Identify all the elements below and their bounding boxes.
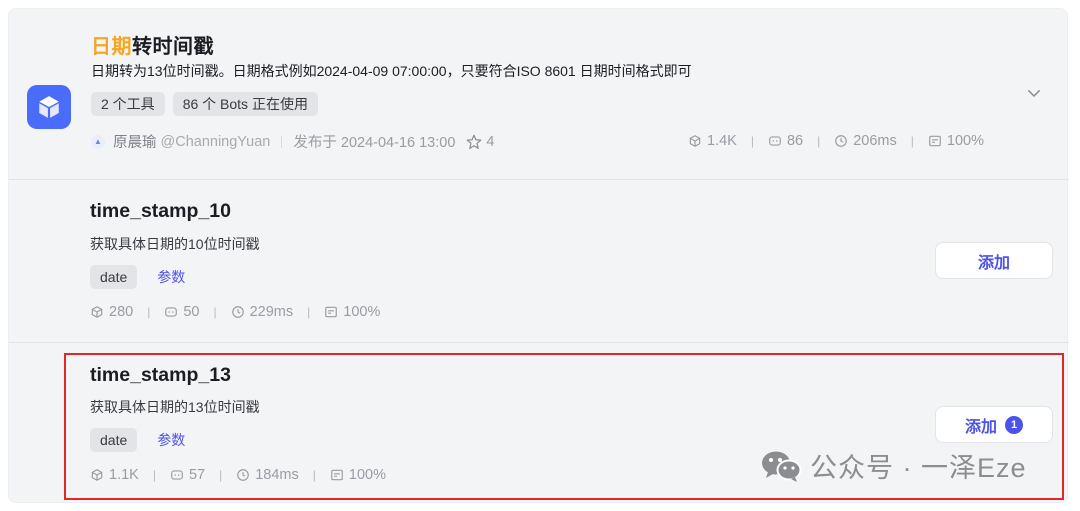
tool-name: time_stamp_10 bbox=[90, 200, 231, 222]
plugin-stats: 1.4K | 86 | 206ms | 100% bbox=[688, 133, 984, 149]
tool-description: 获取具体日期的13位时间戳 bbox=[90, 399, 260, 415]
clock-icon bbox=[835, 135, 848, 147]
plugin-meta: ▲ 原晨瑜 @ChanningYuan 发布于 2024-04-16 13:00… bbox=[91, 131, 494, 152]
success-rate-icon bbox=[929, 135, 941, 147]
divider: | bbox=[307, 305, 311, 319]
tool-stats: 280 | 50 | 229ms | 100% bbox=[90, 304, 380, 320]
latency-value: 229ms bbox=[249, 304, 294, 320]
divider: | bbox=[910, 134, 914, 148]
star-icon bbox=[467, 134, 482, 149]
bot-usage-chip: 86 个 Bots 正在使用 bbox=[172, 92, 318, 116]
bots-stat: 1.1K bbox=[90, 467, 139, 483]
author-handle: @ChanningYuan bbox=[160, 133, 271, 150]
calls-value: 86 bbox=[786, 133, 804, 149]
plugin-description: 日期转为13位时间戳。日期格式例如2024-04-09 07:00:00，只要符… bbox=[91, 63, 692, 79]
plugin-title: 日期转时间戳 bbox=[91, 30, 214, 59]
divider: | bbox=[817, 134, 821, 148]
avatar: ▲ bbox=[91, 134, 105, 149]
favorite-button[interactable]: 4 bbox=[465, 133, 494, 151]
param-tag: date bbox=[90, 428, 138, 452]
add-button[interactable]: 添加 1 bbox=[935, 406, 1053, 443]
chat-icon bbox=[769, 136, 781, 146]
params-link[interactable]: 参数 bbox=[157, 430, 185, 450]
chevron-down-icon[interactable] bbox=[1025, 84, 1043, 102]
divider: | bbox=[219, 468, 223, 482]
tool-name: time_stamp_13 bbox=[90, 364, 231, 386]
add-button-label: 添加 bbox=[977, 254, 1010, 272]
param-tag: date bbox=[90, 265, 138, 289]
author-name[interactable]: 原晨瑜 bbox=[113, 131, 157, 152]
latency-value: 184ms bbox=[255, 467, 299, 483]
divider: | bbox=[750, 134, 754, 148]
calls-value: 57 bbox=[188, 467, 206, 483]
divider bbox=[281, 135, 283, 148]
plugin-title-highlight: 日期 bbox=[91, 36, 132, 58]
success-value: 100% bbox=[946, 133, 984, 149]
success-stat: 100% bbox=[330, 467, 386, 483]
chat-icon bbox=[171, 470, 183, 480]
bots-stat: 1.4K bbox=[688, 133, 737, 149]
tool-count-chip: 2 个工具 bbox=[91, 92, 165, 116]
divider: | bbox=[152, 468, 156, 482]
success-value: 100% bbox=[343, 304, 381, 320]
clock-icon bbox=[237, 469, 250, 481]
tool-stats: 1.1K | 57 | 184ms | 100% bbox=[90, 467, 386, 483]
publish-date: 发布于 2024-04-16 13:00 bbox=[293, 135, 456, 151]
calls-stat: 86 bbox=[768, 133, 803, 149]
latency-stat: 206ms bbox=[834, 133, 897, 149]
divider: | bbox=[147, 305, 151, 319]
add-button[interactable]: 添加 bbox=[935, 242, 1053, 279]
success-stat: 100% bbox=[928, 133, 984, 149]
wechat-icon bbox=[762, 451, 802, 482]
watermark: 公众号 · 一泽Eze bbox=[760, 446, 1027, 485]
success-rate-icon bbox=[331, 469, 343, 481]
tool-row: time_stamp_10 获取具体日期的10位时间戳 date 参数 280 … bbox=[9, 180, 1069, 342]
latency-value: 206ms bbox=[853, 133, 897, 149]
plugin-title-rest: 转时间戳 bbox=[132, 36, 214, 58]
cube-icon bbox=[27, 85, 71, 129]
success-stat: 100% bbox=[324, 304, 380, 320]
tool-tags: date 参数 bbox=[90, 265, 185, 289]
bots-icon bbox=[91, 306, 103, 318]
chat-icon bbox=[165, 307, 178, 317]
divider: | bbox=[213, 305, 217, 319]
clock-icon bbox=[231, 306, 244, 318]
tool-tags: date 参数 bbox=[90, 428, 185, 452]
tool-description: 获取具体日期的10位时间戳 bbox=[90, 236, 260, 252]
bots-value: 1.1K bbox=[109, 467, 139, 483]
bots-stat: 280 bbox=[90, 304, 133, 320]
latency-stat: 229ms bbox=[231, 304, 294, 320]
params-link[interactable]: 参数 bbox=[157, 267, 185, 287]
success-value: 100% bbox=[348, 467, 386, 483]
divider: | bbox=[312, 468, 316, 482]
bots-icon bbox=[91, 469, 103, 481]
latency-stat: 184ms bbox=[236, 467, 299, 483]
bots-value: 280 bbox=[109, 304, 134, 320]
star-count: 4 bbox=[486, 133, 495, 150]
bots-icon bbox=[689, 135, 701, 147]
calls-value: 50 bbox=[183, 304, 200, 320]
bots-value: 1.4K bbox=[707, 133, 737, 149]
calls-stat: 50 bbox=[164, 304, 199, 320]
watermark-text: 公众号 · 一泽Eze bbox=[810, 453, 1027, 483]
plugin-header[interactable]: 日期转时间戳 日期转为13位时间戳。日期格式例如2024-04-09 07:00… bbox=[9, 9, 1069, 179]
success-rate-icon bbox=[325, 306, 338, 318]
plugin-chips: 2 个工具 86 个 Bots 正在使用 bbox=[91, 92, 318, 116]
add-button-label: 添加 bbox=[964, 418, 997, 436]
plugin-card: 日期转时间戳 日期转为13位时间戳。日期格式例如2024-04-09 07:00… bbox=[8, 8, 1069, 503]
count-badge: 1 bbox=[1005, 415, 1023, 434]
calls-stat: 57 bbox=[170, 467, 205, 483]
